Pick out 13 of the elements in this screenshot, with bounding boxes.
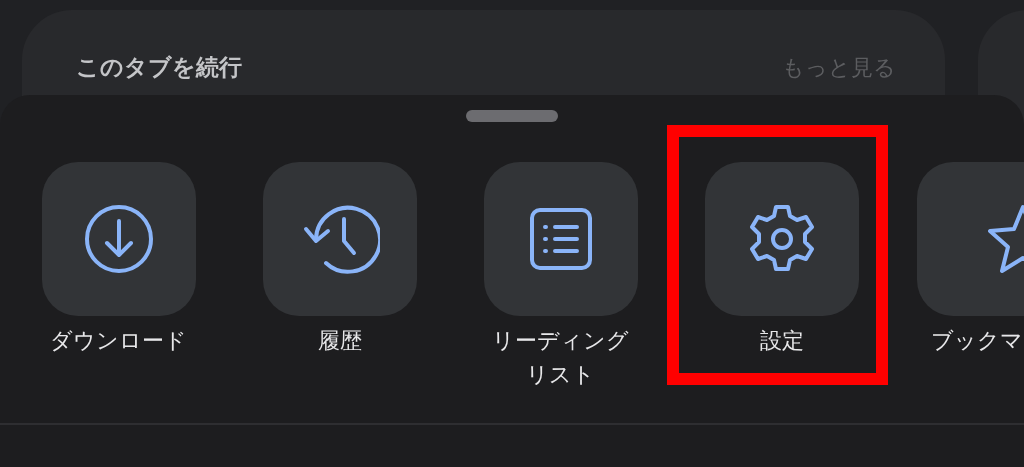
menu-tile[interactable] <box>41 162 196 316</box>
tile-label: 履歴 <box>316 327 363 355</box>
tile-label: リーディングリスト <box>491 327 630 389</box>
tile-label: 設定 <box>758 327 805 355</box>
menu-tile[interactable] <box>262 162 417 316</box>
download-icon <box>82 203 155 275</box>
list-icon <box>528 207 593 271</box>
menu-tile[interactable] <box>704 162 859 316</box>
drag-handle[interactable] <box>466 110 558 122</box>
tile-label: ブックマ <box>931 327 1023 355</box>
tile-label: ダウンロード <box>49 327 188 355</box>
menu-tile[interactable] <box>483 162 638 316</box>
section-title: このタブを続行 <box>76 53 242 82</box>
